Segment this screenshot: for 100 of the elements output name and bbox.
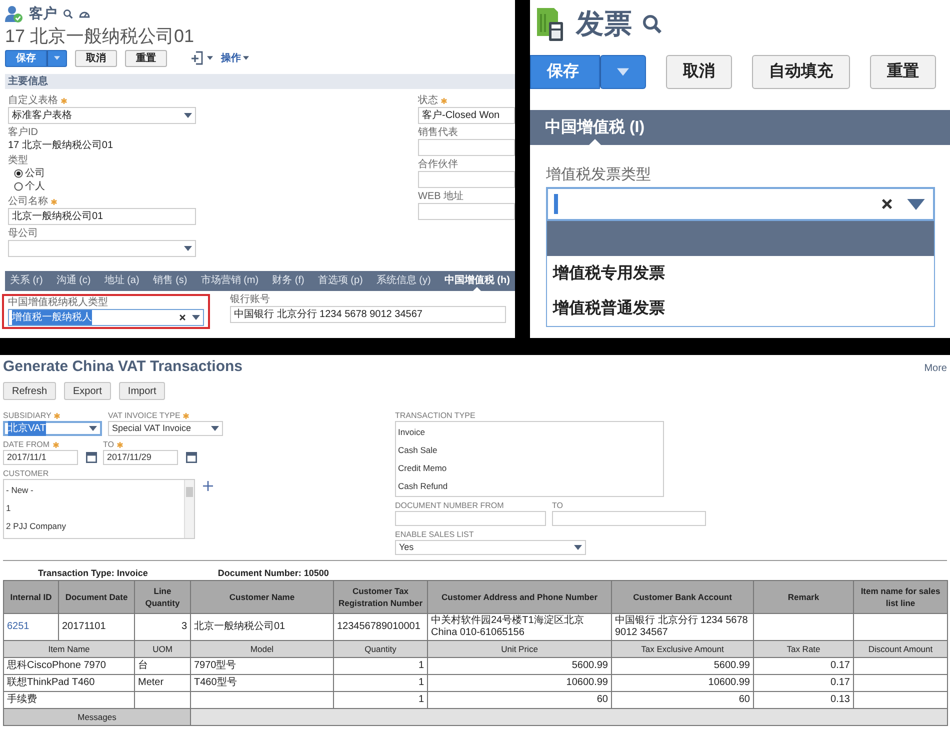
dropdown-field[interactable]: Yes [395,540,586,555]
button[interactable]: 取消 [75,50,117,66]
field-label: DOCUMENT NUMBER FROM [395,500,504,511]
field-label: ENABLE SALES LIST [395,529,474,540]
save-button[interactable]: 保存 [5,50,47,66]
input-field[interactable]: 2017/11/29 [103,450,178,465]
search-icon[interactable] [642,14,662,34]
input-field[interactable]: 中国银行 北京分行 1234 5678 9012 34567 [230,306,506,323]
button[interactable]: Export [64,382,111,400]
caret-icon [211,426,219,431]
scrollbar[interactable] [184,480,194,538]
caret-icon [243,56,249,60]
caret-icon [54,56,60,60]
tab[interactable]: 系统信息 (y) [374,271,433,291]
tab[interactable]: 沟通 (c) [54,271,93,291]
save-button[interactable]: 保存 [530,55,600,89]
button[interactable]: Import [118,382,166,400]
column-header: Tax Exclusive Amount [612,640,754,658]
table-cell: 联想ThinkPad T460 [4,674,134,692]
search-icon[interactable] [63,9,73,19]
table-cell: 10600.99 [428,674,612,692]
input-field[interactable]: 2017/11/1 [3,450,78,465]
actions-menu[interactable]: 操作 [221,51,249,65]
input-field[interactable] [418,139,515,156]
new-document-button[interactable] [191,51,213,65]
caret-icon [574,545,582,550]
dropdown-field[interactable] [8,240,196,257]
list-item[interactable]: Invoice [398,423,661,441]
column-header: UOM [134,640,190,658]
tab[interactable]: 中国增值税 (I) [545,110,645,145]
page-title: 发票 [576,7,632,41]
tab[interactable]: 销售 (s) [150,271,190,291]
list-item[interactable]: Cash Refund [398,477,661,495]
field-label: VAT INVOICE TYPE [108,410,180,421]
input-field[interactable] [395,511,546,526]
more-link[interactable]: More [924,363,947,374]
column-header: Line Quantity [134,580,190,614]
list-item[interactable]: - New - [6,481,182,499]
button[interactable]: Refresh [3,382,56,400]
table-cell: Meter [134,674,190,692]
button[interactable]: 自动填充 [752,55,850,89]
record-link[interactable]: 6251 [7,621,30,632]
column-header: Unit Price [428,640,612,658]
list-item[interactable]: Credit Memo [398,459,661,477]
field-label: 公司名称 [8,196,48,208]
calendar-icon[interactable] [86,452,97,463]
list-item[interactable]: Cash Sale [398,441,661,459]
caret-icon [192,315,200,320]
tab[interactable]: 关系 (r) [8,271,45,291]
caret-icon [907,198,925,210]
radio-label: 个人 [25,180,45,193]
clear-icon[interactable] [179,314,186,321]
input-field[interactable] [552,511,706,526]
table-cell: 1 [334,658,428,674]
field-label: 状态 [418,95,438,107]
dropdown-field[interactable]: 增值税一般纳税人 [8,309,204,326]
button[interactable]: 重置 [870,55,936,89]
field-value: 17 北京一般纳税公司01 [8,139,114,152]
input-field[interactable] [418,203,515,220]
input-field[interactable]: 客户-Closed Won [418,107,515,124]
column-header: Remark [754,580,854,614]
tab[interactable]: 地址 (a) [102,271,142,291]
caret-icon [184,113,192,118]
tab[interactable]: 中国增值税 (h) [442,271,512,291]
column-header: Internal ID [4,580,58,614]
tab[interactable]: 首选项 (p) [316,271,365,291]
radio-button[interactable] [14,182,23,191]
button[interactable]: 重置 [125,50,167,66]
tab[interactable]: 市场营销 (m) [198,271,261,291]
list-box[interactable]: - New - 1 2 PJJ Company [3,479,195,539]
column-header: Tax Rate [754,640,854,658]
plus-icon[interactable] [203,481,213,491]
column-header: Customer Address and Phone Number [428,580,612,614]
field-label: DATE FROM [3,439,50,450]
dropdown-field[interactable]: 标准客户表格 [8,107,196,124]
dropdown-field[interactable] [546,187,935,221]
list-item[interactable]: 2 PJJ Company [6,517,182,535]
calendar-icon[interactable] [186,452,197,463]
field-label: 自定义表格 [8,95,58,107]
list-item[interactable]: 1 [6,499,182,517]
clear-icon[interactable] [881,198,893,210]
row-header: Messages [4,708,190,726]
column-header: Item Name [4,640,134,658]
dropdown-button[interactable] [47,50,67,66]
dropdown-button[interactable] [600,55,646,89]
dropdown-field[interactable]: Special VAT Invoice [108,421,223,436]
input-field[interactable] [418,171,515,188]
radio-button[interactable] [14,169,23,178]
tab[interactable]: 财务 (f) [270,271,306,291]
input-field[interactable]: 北京一般纳税公司01 [8,208,196,225]
report-caption: Document Number: 10500 [218,568,329,579]
dropdown-field[interactable]: 北京VAT [3,421,102,436]
table-cell: T460型号 [190,674,334,692]
button[interactable]: 取消 [666,55,732,89]
list-box[interactable]: Invoice Cash Sale Credit Memo Cash Refund [395,421,664,497]
caret-icon [184,246,192,251]
column-header: Quantity [334,640,428,658]
gauge-icon[interactable] [79,10,90,18]
text-cursor [554,194,558,214]
caret-icon [207,56,213,60]
